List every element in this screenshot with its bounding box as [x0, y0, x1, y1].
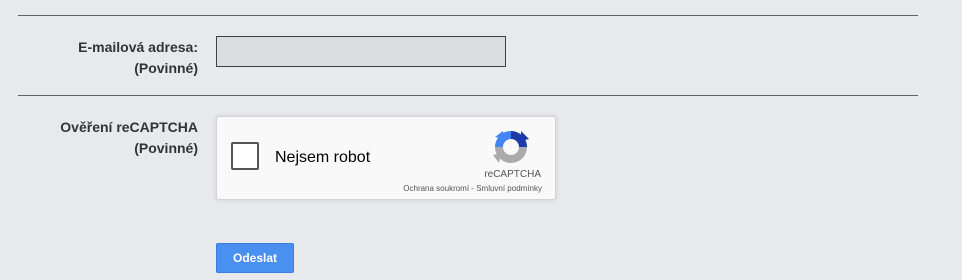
recaptcha-widget: Nejsem robot reCAPTCHA Ochrana soukromí …	[216, 116, 556, 200]
not-robot-label: Nejsem robot	[275, 149, 371, 166]
divider-top	[18, 15, 918, 16]
submit-button[interactable]: Odeslat	[216, 243, 294, 273]
email-input[interactable]	[216, 36, 506, 67]
email-required-text: (Povinné)	[134, 60, 198, 76]
captcha-required-text: (Povinné)	[134, 140, 198, 156]
privacy-link[interactable]: Ochrana soukromí	[403, 184, 469, 193]
captcha-label-text: Ověření reCAPTCHA	[60, 119, 198, 135]
recaptcha-logo-icon	[493, 131, 529, 163]
recaptcha-links: Ochrana soukromí - Smluvní podmínky	[403, 184, 542, 194]
divider-middle	[18, 95, 918, 96]
terms-link[interactable]: Smluvní podmínky	[476, 184, 542, 193]
captcha-field-label: Ověření reCAPTCHA (Povinné)	[18, 117, 198, 159]
recaptcha-brand: reCAPTCHA	[484, 169, 541, 180]
email-label-text: E-mailová adresa:	[78, 39, 198, 55]
not-robot-checkbox[interactable]	[231, 142, 259, 170]
email-field-label: E-mailová adresa: (Povinné)	[18, 37, 198, 79]
